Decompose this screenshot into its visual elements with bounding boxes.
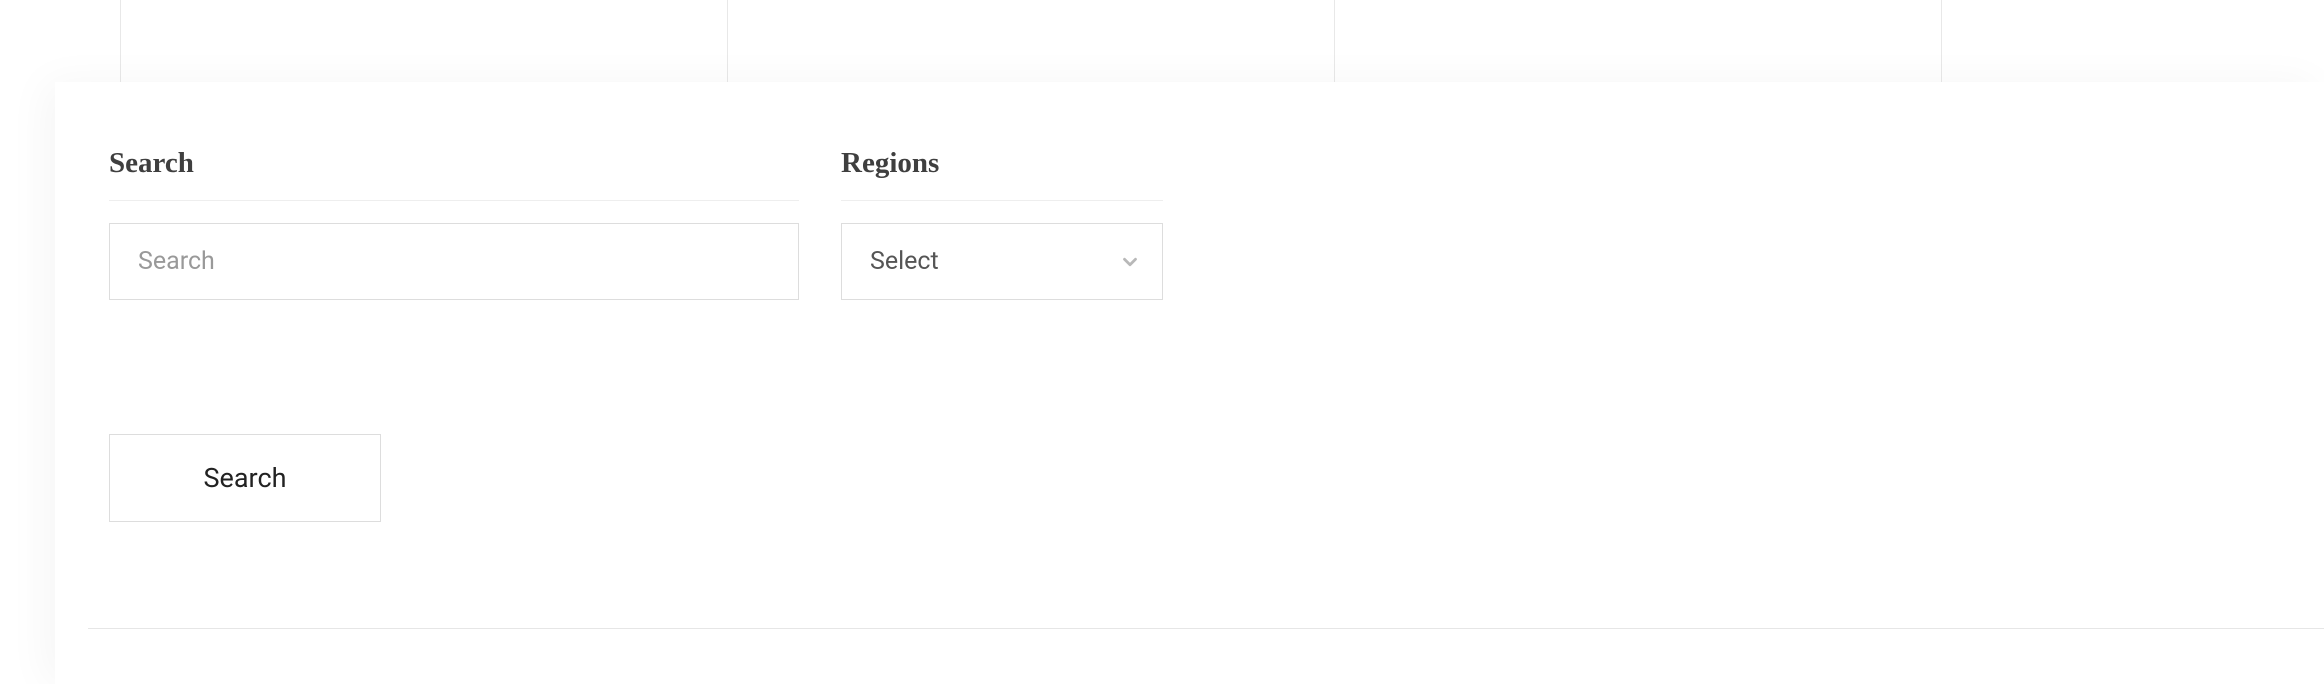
filter-row: Search Regions Select — [109, 147, 2270, 300]
top-tab-bar — [0, 0, 2324, 82]
search-button-label: Search — [204, 462, 287, 494]
tab-divider — [1941, 0, 1942, 82]
action-row: Search — [109, 434, 2270, 522]
section-divider — [88, 628, 2324, 629]
search-filter-group: Search — [109, 147, 799, 300]
tab-divider — [120, 0, 121, 82]
tab-divider — [1334, 0, 1335, 82]
filter-panel: Search Regions Select Search — [55, 82, 2324, 684]
regions-filter-group: Regions Select — [841, 147, 1163, 300]
tab-divider — [727, 0, 728, 82]
search-filter-label: Search — [109, 147, 799, 201]
search-button[interactable]: Search — [109, 434, 381, 522]
regions-select[interactable]: Select — [841, 223, 1163, 300]
regions-select-wrap: Select — [841, 223, 1163, 300]
regions-filter-label: Regions — [841, 147, 1163, 201]
search-input[interactable] — [109, 223, 799, 300]
